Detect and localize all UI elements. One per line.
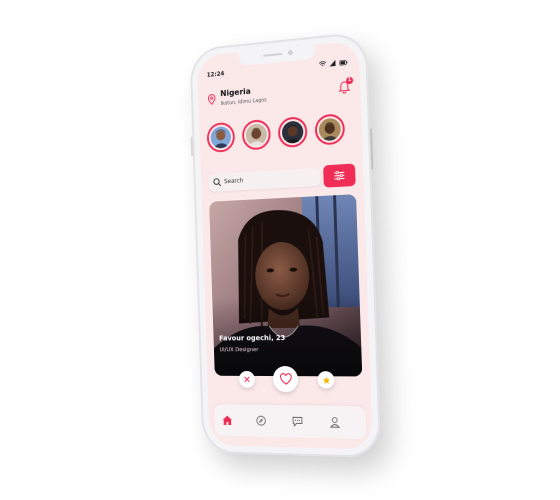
battery-icon [339, 60, 347, 66]
filter-button[interactable] [323, 163, 356, 188]
heart-icon [279, 373, 291, 385]
location-country[interactable]: Nigeria [220, 87, 251, 98]
chat-icon[interactable] [292, 415, 304, 427]
notification-badge: 1 [345, 76, 354, 85]
profile-role: UI/UX Designer [219, 347, 259, 354]
swipe-actions [207, 366, 371, 397]
phone-body: 12:24 Nigeria Ikotun, Idimu Lagos 1 Sear… [189, 31, 382, 459]
search-row: Search [208, 163, 356, 194]
story-avatar[interactable] [241, 118, 272, 151]
status-icons [319, 59, 348, 70]
search-input[interactable]: Search [208, 167, 321, 193]
like-button[interactable] [272, 366, 299, 393]
story-avatar[interactable] [277, 116, 308, 149]
stories-row [205, 112, 357, 161]
signal-icon [329, 59, 336, 67]
story-avatar[interactable] [206, 121, 236, 154]
profile-card[interactable]: Favour ogechi, 23 UI/UX Designer [209, 194, 363, 377]
avatar [281, 120, 304, 144]
avatar [210, 125, 232, 149]
user-icon[interactable] [329, 416, 341, 428]
sliders-icon [333, 169, 345, 182]
avatar [245, 123, 268, 147]
map-pin-icon[interactable] [207, 94, 216, 105]
search-placeholder: Search [224, 177, 244, 186]
story-avatar[interactable] [314, 113, 346, 146]
notch-camera [287, 49, 293, 56]
status-time: 12:24 [206, 70, 225, 79]
app-screen: 12:24 Nigeria Ikotun, Idimu Lagos 1 Sear… [197, 40, 373, 450]
search-icon [213, 178, 222, 187]
bottom-nav [213, 404, 367, 440]
wifi-icon [319, 61, 327, 68]
avatar [318, 117, 342, 142]
dislike-button[interactable] [238, 370, 256, 388]
compass-icon[interactable] [255, 415, 267, 427]
mockup-stage: 12:24 Nigeria Ikotun, Idimu Lagos 1 Sear… [0, 0, 560, 500]
phone-mockup: 12:24 Nigeria Ikotun, Idimu Lagos 1 Sear… [189, 31, 382, 459]
close-icon [244, 376, 251, 383]
profile-name: Favour ogechi, 23 [218, 334, 286, 343]
notch-speaker [262, 52, 282, 57]
home-icon[interactable] [222, 414, 234, 426]
location-area: Ikotun, Idimu Lagos [220, 97, 267, 108]
superlike-button[interactable] [317, 371, 335, 389]
star-icon [322, 376, 330, 384]
location-header: Nigeria Ikotun, Idimu Lagos 1 [207, 76, 354, 114]
